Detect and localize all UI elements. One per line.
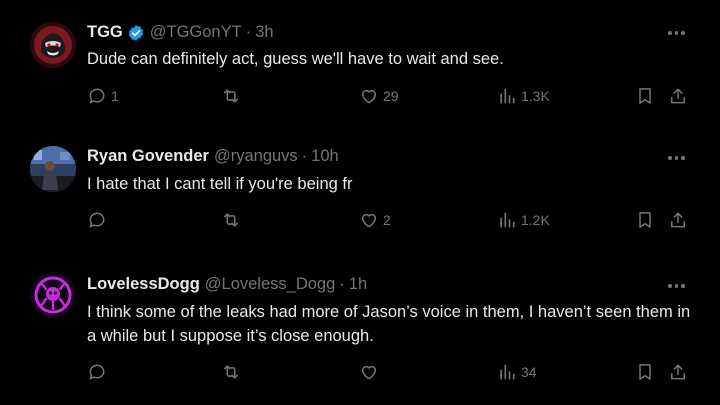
action-bar: 2 1.2K — [0, 210, 720, 234]
verified-badge-icon — [127, 24, 145, 42]
share-button[interactable] — [668, 362, 688, 382]
timestamp[interactable]: 3h — [255, 23, 273, 42]
separator-dot: · — [301, 147, 308, 165]
like-count: 29 — [383, 88, 399, 104]
reply-icon — [89, 212, 105, 228]
bookmark-button[interactable] — [635, 362, 655, 382]
reply-feed: TGG @TGGonYT · 3h Dude can definitely ac… — [0, 0, 720, 405]
share-icon — [671, 364, 685, 380]
heart-icon — [362, 366, 376, 380]
like-button[interactable]: 2 — [359, 210, 391, 230]
reply-button[interactable]: 1 — [87, 86, 119, 106]
separator-dot: · — [339, 275, 345, 293]
display-name[interactable]: Ryan Govender — [87, 147, 209, 166]
retweet-button[interactable] — [220, 210, 246, 230]
retweet-icon — [224, 365, 238, 379]
hydra-emblem-icon — [30, 272, 76, 318]
action-bar: 34 — [0, 362, 720, 386]
handle[interactable]: @TGGonYT — [150, 23, 242, 42]
person-photo-icon — [30, 146, 76, 192]
reply-count: 1 — [111, 88, 119, 104]
like-button[interactable] — [359, 362, 383, 382]
reply-button[interactable] — [87, 210, 111, 230]
handle[interactable]: @Loveless_Dogg — [205, 275, 336, 294]
views-chart-icon — [500, 88, 515, 104]
reply-button[interactable] — [87, 362, 111, 382]
timestamp[interactable]: 1h — [349, 275, 367, 294]
heart-icon — [362, 214, 376, 228]
bookmark-icon — [639, 212, 651, 228]
share-icon — [671, 212, 685, 228]
like-count: 2 — [383, 212, 391, 228]
share-icon — [671, 88, 685, 104]
tweet-text: I think some of the leaks had more of Ja… — [87, 303, 691, 345]
avatar[interactable] — [30, 146, 76, 192]
share-button[interactable] — [668, 86, 688, 106]
retweet-icon — [224, 89, 238, 103]
view-count: 34 — [521, 364, 537, 380]
avatar[interactable] — [30, 22, 76, 68]
display-name[interactable]: TGG — [87, 23, 123, 42]
bookmark-icon — [639, 88, 651, 104]
avatar[interactable] — [30, 272, 76, 318]
reply-icon — [89, 364, 105, 380]
view-count: 1.3K — [521, 88, 550, 104]
retweet-button[interactable] — [220, 86, 246, 106]
bookmark-button[interactable] — [635, 210, 655, 230]
separator-dot: · — [245, 23, 252, 41]
tweet-text: Dude can definitely act, guess we'll hav… — [87, 50, 504, 68]
more-options-icon[interactable] — [668, 153, 688, 163]
tweet-header: TGG @TGGonYT · 3h — [87, 23, 274, 42]
display-name[interactable]: LovelessDogg — [87, 275, 200, 294]
bookmark-icon — [639, 364, 651, 380]
views-button[interactable]: 1.2K — [497, 210, 550, 230]
timestamp[interactable]: 10h — [311, 147, 339, 166]
retweet-button[interactable] — [220, 362, 246, 382]
handle[interactable]: @ryanguvs — [214, 147, 298, 166]
more-options-icon[interactable] — [668, 28, 688, 38]
reply-icon — [89, 88, 105, 104]
view-count: 1.2K — [521, 212, 550, 228]
heart-icon — [362, 90, 376, 104]
views-chart-icon — [500, 212, 515, 228]
tweet-header: LovelessDogg @Loveless_Dogg · 1h — [87, 275, 367, 294]
tweet-text: I hate that I cant tell if you're being … — [87, 175, 353, 193]
gorilla-logo-icon — [30, 22, 76, 68]
like-button[interactable]: 29 — [359, 86, 399, 106]
views-button[interactable]: 34 — [497, 362, 537, 382]
tweet-header: Ryan Govender @ryanguvs · 10h — [87, 147, 339, 166]
views-chart-icon — [500, 364, 515, 380]
share-button[interactable] — [668, 210, 688, 230]
views-button[interactable]: 1.3K — [497, 86, 550, 106]
action-bar: 1 29 1.3K — [0, 86, 720, 110]
bookmark-button[interactable] — [635, 86, 655, 106]
retweet-icon — [224, 213, 238, 227]
more-options-icon[interactable] — [668, 281, 688, 291]
